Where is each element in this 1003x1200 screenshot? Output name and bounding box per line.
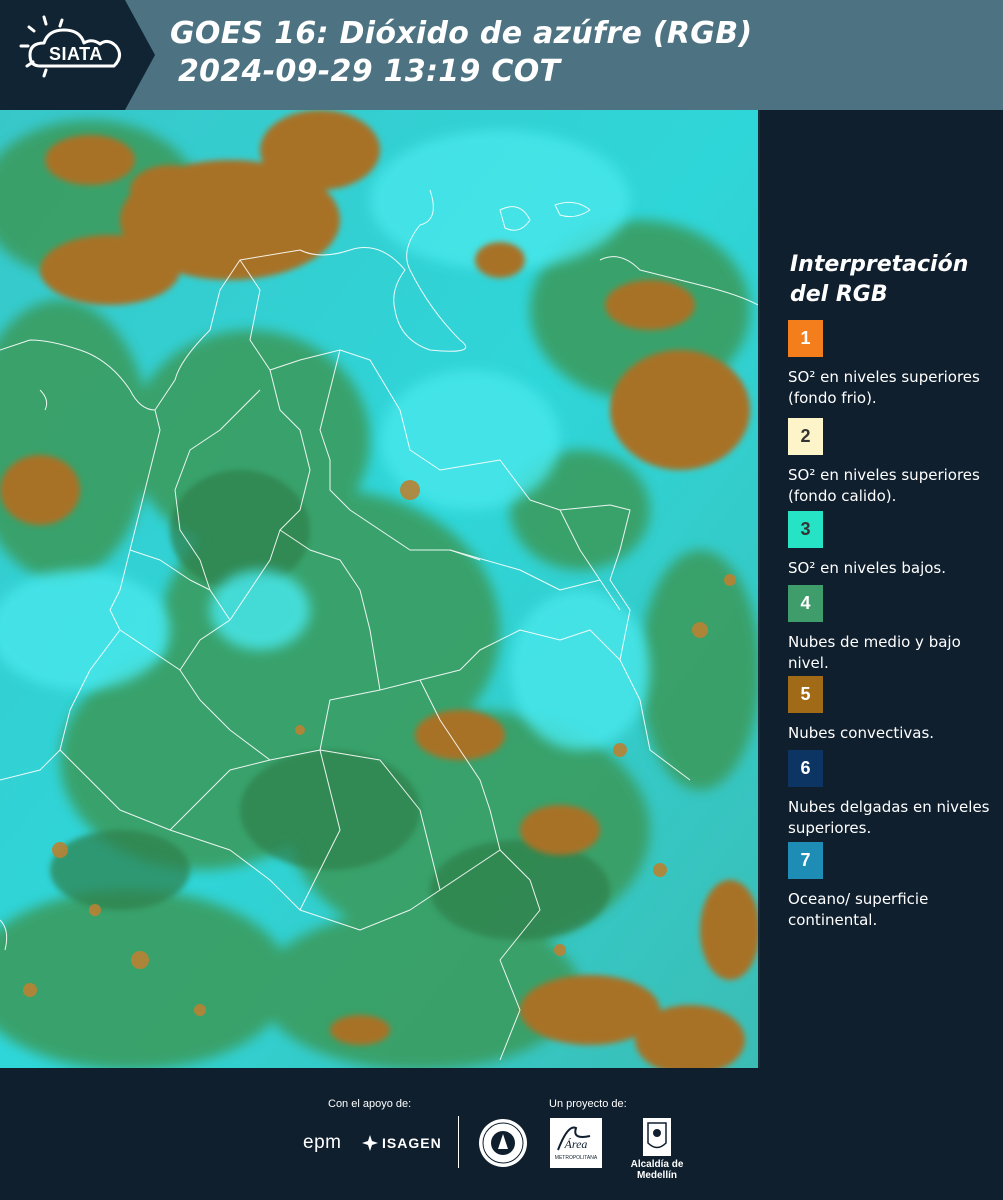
legend-label-4: Nubes de medio y bajo nivel. <box>788 633 961 672</box>
legend-title: Interpretación del RGB <box>790 252 969 307</box>
area-metropolitana-icon: Área METROPOLITANA <box>555 1126 598 1161</box>
legend-panel: Interpretación del RGB 1 SO² en niveles … <box>760 110 1003 1068</box>
siata-logo: SIATA <box>0 0 155 110</box>
satellite-map <box>0 110 758 1068</box>
university-seal-logo <box>479 1119 527 1167</box>
legend-label-6: Nubes delgadas en niveles superiores. <box>788 798 990 837</box>
legend-item-2: 2 SO² en niveles superiores (fondo calid… <box>788 418 998 507</box>
legend-label-3: SO² en niveles bajos. <box>788 559 947 577</box>
legend-item-1: 1 SO² en niveles superiores (fondo frio)… <box>788 320 998 409</box>
legend-item-5: 5 Nubes convectivas. <box>788 676 998 744</box>
legend-label-2: SO² en niveles superiores (fondo calido)… <box>788 466 980 505</box>
legend-swatch-7: 7 <box>788 842 823 879</box>
alcaldia-shield-icon <box>643 1118 671 1156</box>
alcaldia-text: Alcaldía de Medellín <box>630 1159 684 1181</box>
epm-logo: epm <box>303 1132 342 1153</box>
area-logo-sub: METROPOLITANA <box>555 1155 598 1161</box>
image-datetime: 2024-09-29 13:19 COT <box>178 54 561 89</box>
page-title: GOES 16: Dióxido de azúfre (RGB) <box>170 16 753 51</box>
footer-sponsors: Con el apoyo de: Un proyecto de: epm ISA… <box>0 1068 1003 1200</box>
project-caption: Un proyecto de: <box>549 1098 627 1110</box>
legend-label-1: SO² en niveles superiores (fondo frio). <box>788 368 980 407</box>
legend-swatch-6: 6 <box>788 750 823 787</box>
legend-item-6: 6 Nubes delgadas en niveles superiores. <box>788 750 998 839</box>
legend-item-4: 4 Nubes de medio y bajo nivel. <box>788 585 998 674</box>
legend-swatch-5: 5 <box>788 676 823 713</box>
legend-label-7: Oceano/ superficie continental. <box>788 890 929 929</box>
legend-swatch-3: 3 <box>788 511 823 548</box>
legend-item-3: 3 SO² en niveles bajos. <box>788 511 998 579</box>
area-metropolitana-logo: Área METROPOLITANA <box>550 1118 602 1168</box>
support-caption: Con el apoyo de: <box>328 1098 412 1110</box>
isagen-logo-text: ISAGEN <box>382 1135 442 1151</box>
legend-label-5: Nubes convectivas. <box>788 724 935 742</box>
legend-swatch-1: 1 <box>788 320 823 357</box>
legend-swatch-2: 2 <box>788 418 823 455</box>
header-bar: SIATA GOES 16: Dióxido de azúfre (RGB) 2… <box>0 0 1003 110</box>
siata-logo-text: SIATA <box>49 44 103 64</box>
legend-item-7: 7 Oceano/ superficie continental. <box>788 842 998 931</box>
isagen-star-icon <box>362 1135 378 1151</box>
alcaldia-logo: Alcaldía de Medellín <box>612 1118 702 1181</box>
isagen-logo: ISAGEN <box>362 1133 442 1153</box>
satellite-rgb-image <box>0 110 758 1068</box>
legend-swatch-4: 4 <box>788 585 823 622</box>
footer-divider <box>458 1116 459 1168</box>
area-logo-name: Área <box>564 1137 588 1151</box>
